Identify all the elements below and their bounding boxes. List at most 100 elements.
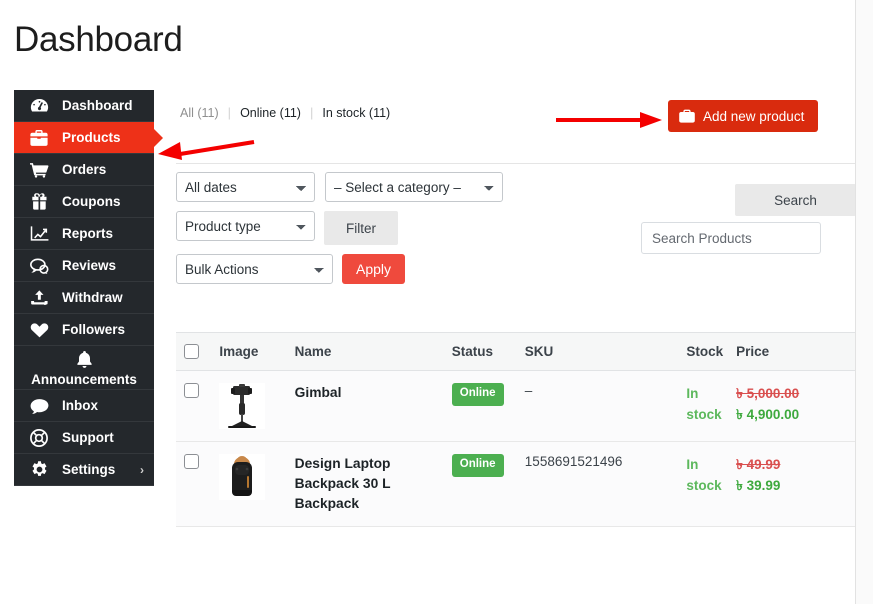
- product-status-cell: Online: [443, 370, 517, 442]
- filter-link-1[interactable]: Online (11): [240, 106, 301, 120]
- sidebar-item-reviews[interactable]: Reviews: [14, 250, 154, 282]
- sidebar-item-label: Inbox: [62, 398, 98, 413]
- filter-link-separator: |: [309, 105, 314, 120]
- comment-icon: [28, 257, 50, 275]
- product-name-cell: Design Laptop Backpack 30 L Backpack: [286, 441, 444, 527]
- status-badge: Online: [451, 383, 504, 406]
- sidebar-item-orders[interactable]: Orders: [14, 154, 154, 186]
- price-sale: ৳ 39.99: [736, 478, 781, 493]
- row-select-cell: [176, 370, 212, 442]
- column-header-name[interactable]: Name: [286, 332, 444, 371]
- stock-status: In stock: [686, 457, 722, 493]
- row-checkbox[interactable]: [184, 454, 199, 469]
- price-sale: ৳ 4,900.00: [736, 407, 800, 422]
- sidebar-item-coupons[interactable]: Coupons: [14, 186, 154, 218]
- sidebar-item-support[interactable]: Support: [14, 422, 154, 454]
- filter-link-2[interactable]: In stock (11): [322, 106, 390, 120]
- products-table-head: Image Name Status SKU Stock Price Earnin…: [176, 332, 856, 371]
- products-table-body: Gimbal Online – In stock ৳ 5,000.00 ৳ 4,900.0…: [176, 370, 856, 527]
- product-stock-cell: In stock: [678, 441, 729, 527]
- lifebuoy-icon: [28, 428, 50, 447]
- product-name[interactable]: Gimbal: [295, 383, 436, 403]
- filter-link-separator: |: [227, 105, 232, 120]
- sidebar-item-followers[interactable]: Followers: [14, 314, 154, 346]
- product-sku-cell: 1558691521496: [516, 441, 679, 527]
- column-header-image[interactable]: Image: [211, 332, 287, 371]
- sidebar-item-label: Announcements: [31, 371, 137, 387]
- gimbal-thumbnail: [219, 383, 266, 429]
- category-filter-select[interactable]: – Select a category –: [325, 172, 503, 202]
- annotation-arrow-to-add-product: [556, 112, 662, 128]
- heart-icon: [28, 321, 50, 339]
- search-input[interactable]: [641, 222, 821, 254]
- filters-row-3: Bulk Actions Apply: [176, 254, 856, 284]
- sidebar-item-reports[interactable]: Reports: [14, 218, 154, 250]
- product-name-cell: Gimbal: [286, 370, 444, 442]
- sidebar-item-inbox[interactable]: Inbox: [14, 390, 154, 422]
- sidebar-item-label: Followers: [62, 322, 126, 337]
- date-filter-select[interactable]: All dates: [176, 172, 315, 202]
- briefcase-icon: [28, 129, 50, 147]
- sidebar-item-label: Coupons: [62, 194, 121, 209]
- price-original: ৳ 49.99: [736, 457, 781, 472]
- product-type-select[interactable]: Product type: [176, 211, 315, 241]
- status-filter-links: All (11) | Online (11) | In stock (11): [180, 105, 390, 120]
- sidebar-item-label: Settings: [62, 462, 116, 477]
- product-image-cell: [211, 441, 287, 527]
- product-image-cell: [211, 370, 287, 442]
- sidebar-item-label: Support: [62, 430, 114, 445]
- gear-icon: [28, 461, 50, 479]
- bell-icon: [73, 349, 95, 371]
- product-price-cell: ৳ 5,000.00 ৳ 4,900.00: [728, 370, 856, 442]
- annotation-arrow-to-products-menu: [158, 140, 255, 160]
- column-header-price[interactable]: Price: [728, 332, 856, 371]
- row-checkbox[interactable]: [184, 383, 199, 398]
- active-item-caret: [154, 128, 163, 147]
- search-button[interactable]: Search: [735, 184, 856, 216]
- sidebar-item-settings[interactable]: Settings ›: [14, 454, 154, 486]
- product-price-cell: ৳ 49.99 ৳ 39.99: [728, 441, 856, 527]
- filter-button[interactable]: Filter: [324, 211, 398, 245]
- sidebar-item-withdraw[interactable]: Withdraw: [14, 282, 154, 314]
- sidebar-item-dashboard[interactable]: Dashboard: [14, 90, 154, 122]
- bulk-actions-select[interactable]: Bulk Actions: [176, 254, 333, 284]
- app-root: Dashboard Dashboard Products Orders Coupons…: [0, 0, 873, 604]
- product-name[interactable]: Design Laptop Backpack 30 L Backpack: [295, 454, 436, 514]
- sidebar-item-products[interactable]: Products: [14, 122, 163, 154]
- table-row[interactable]: Design Laptop Backpack 30 L Backpack Onli…: [176, 441, 856, 527]
- sidebar-item-label: Withdraw: [62, 290, 123, 305]
- add-new-product-button[interactable]: Add new product: [668, 100, 819, 132]
- product-sku: –: [524, 383, 533, 398]
- upload-icon: [28, 289, 50, 307]
- backpack-thumbnail: [219, 454, 266, 500]
- briefcase-icon: [679, 109, 695, 123]
- add-new-product-label: Add new product: [703, 108, 805, 124]
- cart-icon: [28, 161, 50, 179]
- page-scrollbar-gutter[interactable]: [856, 0, 873, 604]
- chart-line-icon: [28, 225, 50, 243]
- toolbar-divider: [176, 163, 856, 164]
- filter-link-0[interactable]: All (11): [180, 106, 219, 120]
- products-table: Image Name Status SKU Stock Price Earnin…: [176, 332, 856, 527]
- sidebar: Dashboard Products Orders Coupons Reports Rev…: [14, 90, 163, 486]
- table-row[interactable]: Gimbal Online – In stock ৳ 5,000.00 ৳ 4,900.0…: [176, 370, 856, 442]
- table-header-row: Image Name Status SKU Stock Price Earnin…: [176, 332, 856, 371]
- page-title: Dashboard: [14, 20, 183, 59]
- product-status-cell: Online: [443, 441, 517, 527]
- speech-bubble-icon: [28, 397, 50, 415]
- sidebar-item-label: Products: [62, 130, 121, 145]
- column-header-status[interactable]: Status: [443, 332, 517, 371]
- sidebar-item-label: Reviews: [62, 258, 117, 273]
- gift-icon: [28, 193, 50, 211]
- speedometer-icon: [28, 97, 50, 115]
- sidebar-item-label: Reports: [62, 226, 114, 241]
- price-original: ৳ 5,000.00: [736, 386, 800, 401]
- sidebar-item-announcements[interactable]: Announcements: [14, 346, 154, 390]
- apply-button[interactable]: Apply: [342, 254, 406, 284]
- column-header-stock[interactable]: Stock: [678, 332, 729, 371]
- column-header-sku[interactable]: SKU: [516, 332, 679, 371]
- sidebar-item-label: Dashboard: [62, 98, 133, 113]
- product-sku: 1558691521496: [524, 454, 623, 469]
- products-table-container: Image Name Status SKU Stock Price Earnin…: [176, 332, 856, 527]
- select-all-checkbox[interactable]: [184, 344, 199, 359]
